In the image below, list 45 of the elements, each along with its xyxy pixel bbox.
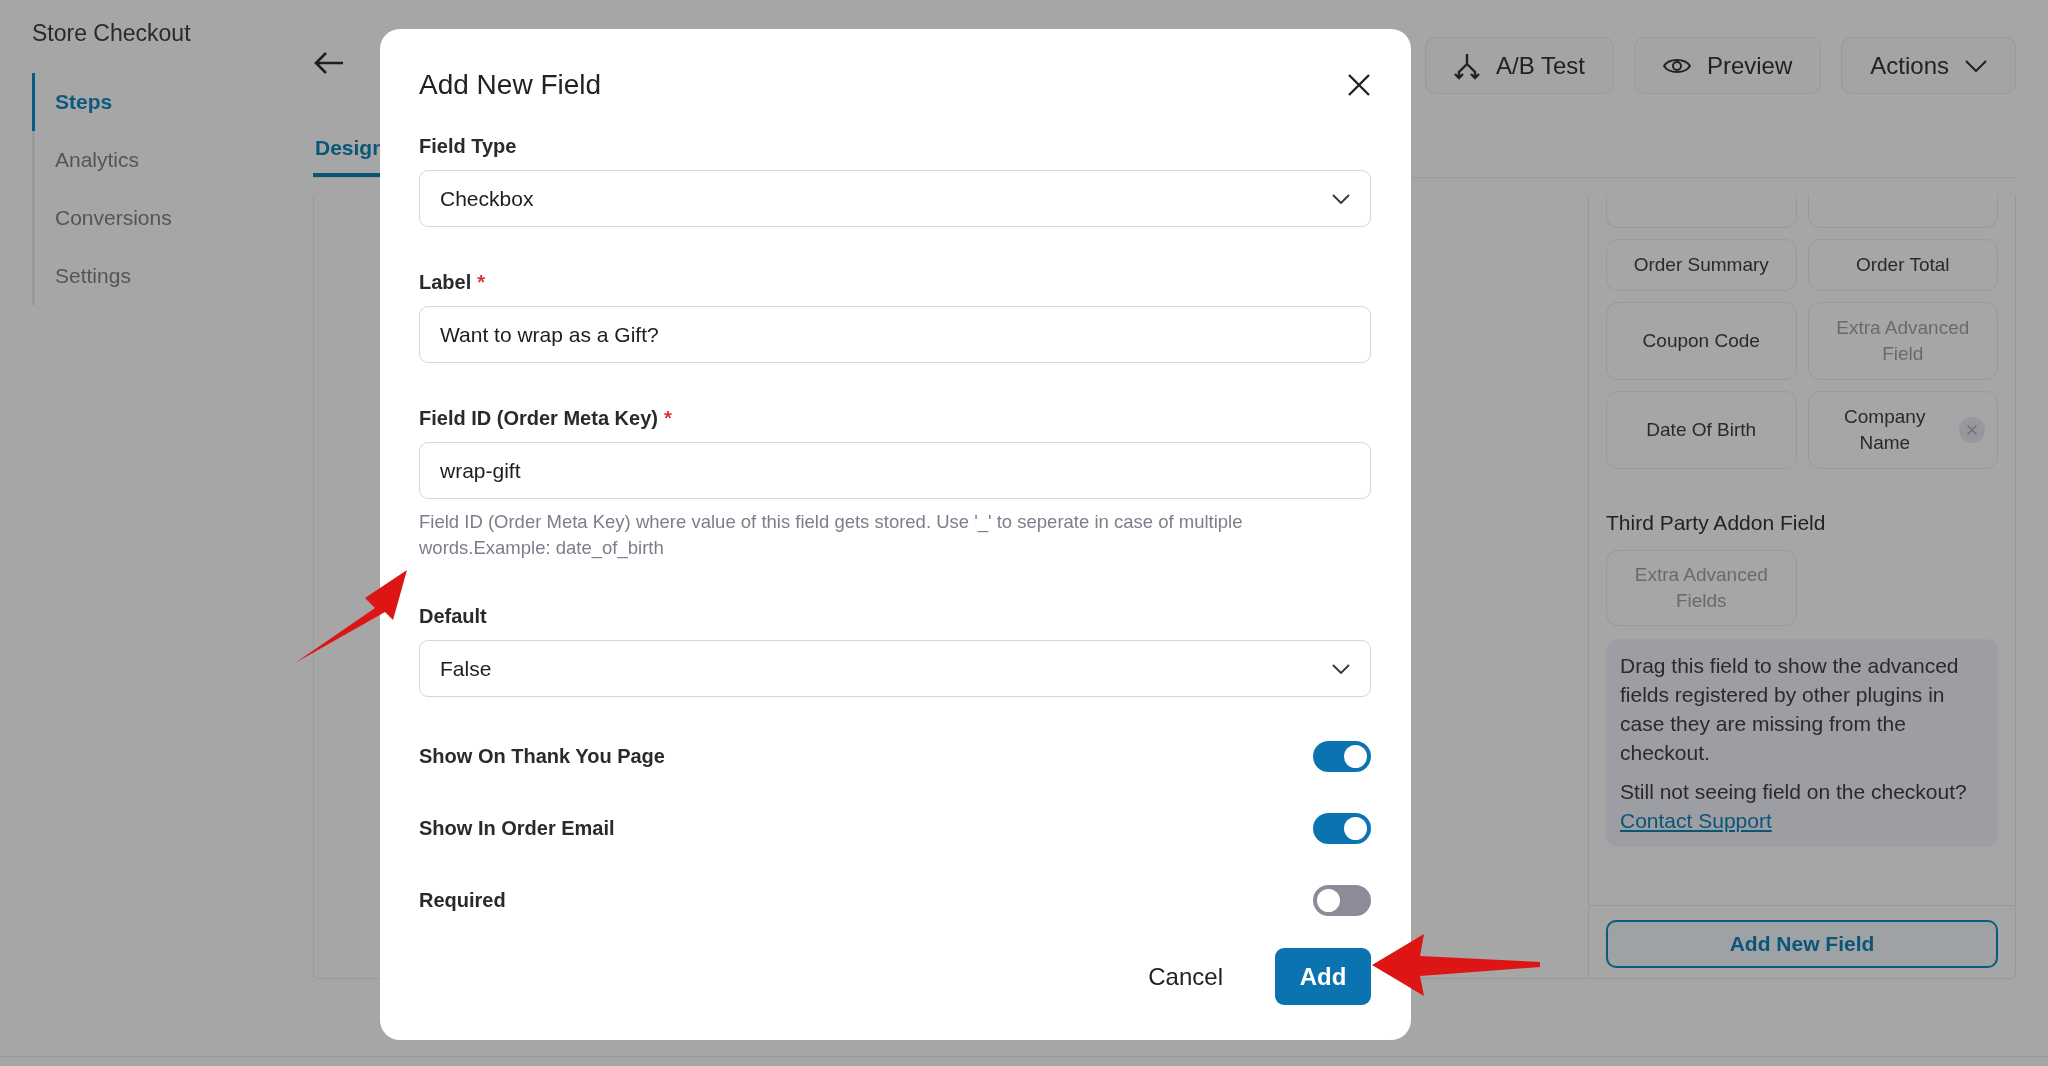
contact-support-link[interactable]: Contact Support bbox=[1620, 809, 1772, 832]
field-card[interactable]: Coupon Code bbox=[1606, 302, 1797, 380]
app-title: Store Checkout bbox=[32, 20, 192, 47]
support-text: Still not seeing field on the checkout? bbox=[1620, 780, 1967, 803]
chevron-down-icon bbox=[1332, 663, 1350, 674]
add-button[interactable]: Add bbox=[1275, 948, 1371, 1005]
split-arrows-icon bbox=[1454, 51, 1480, 80]
chevron-down-icon bbox=[1332, 193, 1350, 204]
info-text: Drag this field to show the advanced fields registered by other plugins in case they are missing from the checkout. bbox=[1620, 653, 1960, 766]
back-arrow-icon[interactable] bbox=[313, 51, 345, 75]
select-field[interactable]: False bbox=[419, 640, 1371, 697]
cancel-button[interactable]: Cancel bbox=[1148, 962, 1223, 991]
modal-title: Add New Field bbox=[419, 69, 602, 101]
section-heading: Third Party Addon Field bbox=[1606, 511, 1827, 535]
field-card[interactable]: Date Of Birth bbox=[1606, 391, 1797, 469]
toggle-label: Show On Thank You Page bbox=[419, 745, 665, 768]
required-mark: * bbox=[663, 407, 672, 430]
required-mark: * bbox=[477, 271, 486, 294]
field-label: Default bbox=[419, 605, 487, 628]
nav-item[interactable]: Steps bbox=[32, 73, 313, 131]
nav-item[interactable]: Settings bbox=[32, 247, 313, 305]
add-new-field-button[interactable]: Add New Field bbox=[1606, 920, 1998, 968]
nav-item[interactable]: Analytics bbox=[32, 131, 313, 189]
header-button[interactable]: A/B Test bbox=[1425, 37, 1614, 94]
close-icon[interactable] bbox=[1347, 73, 1371, 97]
field-label: Field Type bbox=[419, 135, 517, 158]
toggle-switch[interactable] bbox=[1313, 813, 1371, 844]
input-field[interactable]: Want to wrap as a Gift? bbox=[419, 306, 1371, 363]
header-button[interactable]: Preview bbox=[1633, 37, 1822, 94]
toggle-switch[interactable] bbox=[1313, 885, 1371, 916]
chevron-down-icon bbox=[1965, 59, 1987, 72]
toggle-switch[interactable] bbox=[1313, 741, 1371, 772]
nav-item[interactable]: Conversions bbox=[32, 189, 313, 247]
header-button[interactable]: Actions bbox=[1841, 37, 2016, 94]
input-field[interactable]: wrap-gift bbox=[419, 442, 1371, 499]
field-label: Label bbox=[419, 271, 472, 294]
help-text: Field ID (Order Meta Key) where value of this field gets stored. Use '_' to seperate in case of multiple words.Example: date_of_birth bbox=[419, 510, 1244, 561]
select-field[interactable]: Checkbox bbox=[419, 170, 1371, 227]
field-card[interactable]: Company Name bbox=[1807, 391, 1998, 469]
toggle-label: Required bbox=[419, 889, 506, 912]
toggle-label: Show In Order Email bbox=[419, 817, 615, 840]
eye-icon bbox=[1662, 56, 1691, 75]
field-card[interactable]: Order Summary bbox=[1606, 239, 1797, 291]
field-card[interactable]: Order Total bbox=[1807, 239, 1998, 291]
field-label: Field ID (Order Meta Key) bbox=[419, 407, 658, 430]
